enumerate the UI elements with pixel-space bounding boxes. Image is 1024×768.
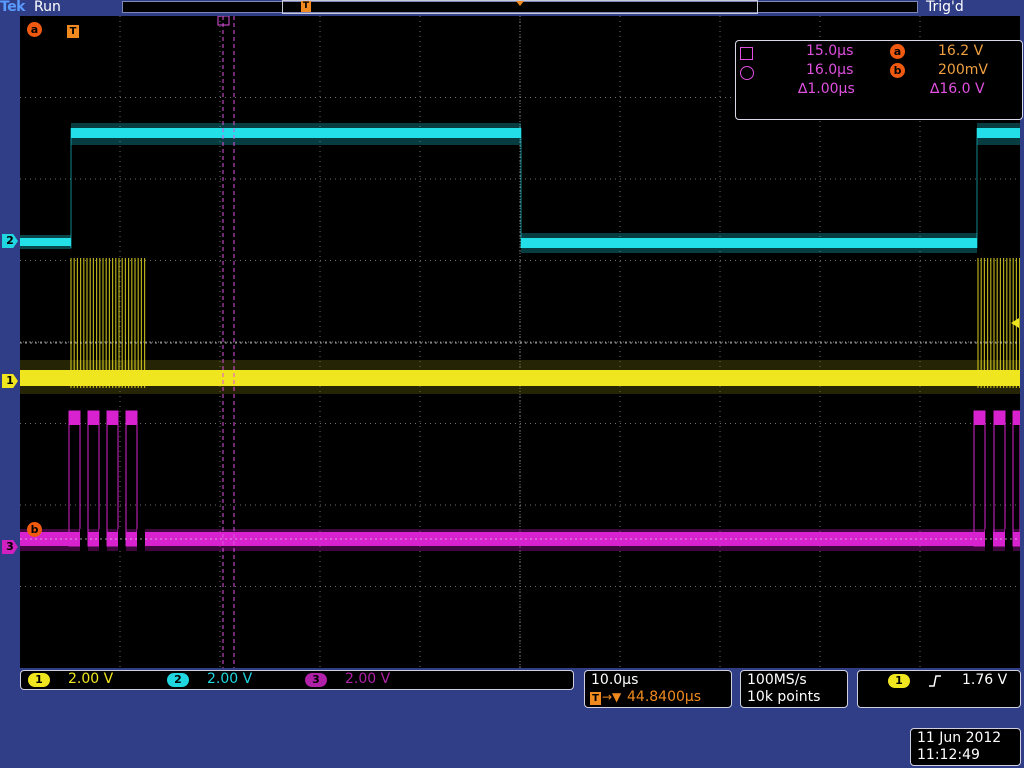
trigger-panel[interactable]: 1 1.76 V — [857, 670, 1021, 708]
cursor-a-voltage: 16.2 V — [938, 43, 984, 59]
delta-voltage: ∆16.0 V — [930, 81, 985, 97]
sample-rate: 100MS/s — [747, 672, 807, 688]
ch1-badge[interactable]: 1 — [28, 673, 50, 687]
date: 11 Jun 2012 — [917, 730, 1002, 746]
time: 11:12:49 — [917, 747, 980, 763]
ch1-scale[interactable]: 2.00 V — [68, 671, 113, 687]
record-length: 10k points — [747, 689, 821, 705]
expansion-point-icon — [516, 1, 524, 6]
brand-logo: Tek — [0, 0, 26, 15]
ch2-scale[interactable]: 2.00 V — [207, 671, 252, 687]
cursor-2-time: 16.0µs — [806, 62, 854, 78]
position-arrow-icon: →▼ — [602, 690, 622, 704]
trigger-position-value[interactable]: 44.8400µs — [627, 689, 701, 705]
trigger-source-badge[interactable]: 1 — [888, 674, 910, 688]
trigger-position-marker: T — [67, 25, 79, 38]
cursor-a-badge[interactable]: a — [27, 22, 42, 37]
cursor-1-square-icon — [740, 47, 753, 60]
cursor-2-circle-icon — [740, 66, 754, 80]
cursor-b-voltage: 200mV — [938, 62, 988, 78]
trigger-position-icon: T — [590, 692, 601, 705]
ch3-ground-marker[interactable]: 3 — [2, 540, 18, 554]
ch1-ground-marker[interactable]: 1 — [2, 374, 18, 388]
acquisition-panel[interactable]: 100MS/s 10k points — [740, 670, 848, 708]
readout-cursor-b-badge: b — [890, 63, 905, 78]
trigger-status: Trig'd — [926, 0, 964, 15]
ch2-ground-marker[interactable]: 2 — [2, 234, 18, 248]
cursor-1-time: 15.0µs — [806, 43, 854, 59]
cursor-readout: 15.0µs 16.0µs ∆1.00µs a 16.2 V b 200mV ∆… — [735, 40, 1023, 120]
ch3-badge[interactable]: 3 — [305, 673, 327, 687]
cursor-b-badge[interactable]: b — [27, 522, 42, 537]
rising-edge-icon — [929, 675, 941, 687]
channel-scale-panel[interactable]: 1 2.00 V 2 2.00 V 3 2.00 V — [20, 670, 574, 690]
status-bar: Tek Run T Trig'd — [0, 0, 1024, 16]
ch3-scale[interactable]: 2.00 V — [345, 671, 390, 687]
datetime-panel: 11 Jun 2012 11:12:49 — [910, 728, 1021, 766]
horizontal-panel[interactable]: 10.0µs T →▼ 44.8400µs — [584, 670, 732, 708]
readout-cursor-a-badge: a — [890, 44, 905, 59]
delta-time: ∆1.00µs — [798, 81, 855, 97]
run-state[interactable]: Run — [34, 0, 61, 15]
record-trigger-marker: T — [301, 1, 311, 12]
time-per-div[interactable]: 10.0µs — [591, 672, 638, 688]
trigger-level[interactable]: 1.76 V — [962, 672, 1007, 688]
ch2-badge[interactable]: 2 — [167, 673, 189, 687]
trigger-level-arrow-icon — [1011, 318, 1019, 328]
